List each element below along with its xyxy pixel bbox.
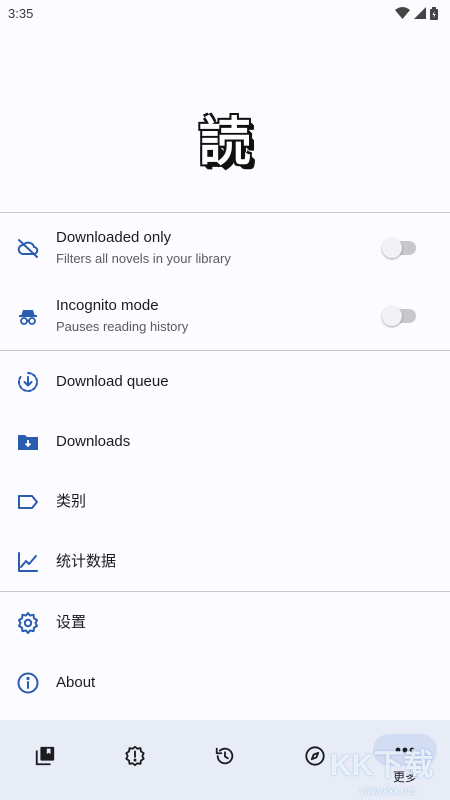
history-icon[interactable] [213,744,237,768]
download-queue-icon [16,370,40,394]
menu-item-label: About [56,674,96,691]
incognito-mode-subtitle: Pauses reading history [56,319,189,334]
menu-item-settings[interactable]: 设置 [0,593,450,653]
toggle-knob [382,306,402,326]
downloaded-only-toggle[interactable] [382,238,416,258]
incognito-mode-title: Incognito mode [56,297,159,314]
divider [0,212,450,213]
menu-item-categories[interactable]: 类别 [0,472,450,532]
info-icon [16,671,40,695]
chart-line-icon [16,550,40,574]
more-icon [395,747,415,753]
downloaded-only-subtitle: Filters all novels in your library [56,251,231,266]
toggle-knob [382,238,402,258]
menu-item-label: Download queue [56,373,169,390]
more-tab-active[interactable] [373,734,437,766]
menu-item-download-queue[interactable]: Download queue [0,352,450,412]
status-icons [395,6,438,20]
divider [0,591,450,592]
menu-item-label: 类别 [56,493,87,510]
incognito-mode-toggle[interactable] [382,306,416,326]
menu-item-texts: About [56,673,95,693]
menu-item-texts: 统计数据 [56,552,116,572]
menu-item-label: Downloads [56,433,131,450]
incognito-mode-texts: Incognito mode Pauses reading history [56,296,188,336]
downloaded-only-texts: Downloaded only Filters all novels in yo… [56,228,231,268]
updates-icon[interactable] [123,744,147,768]
divider [0,350,450,351]
app-logo: 読 [198,112,251,173]
watermark-url: www.kkx.net [360,786,416,797]
signal-icon [414,7,426,19]
incognito-icon [16,304,40,328]
downloaded-only-title: Downloaded only [56,229,172,246]
battery-icon [430,6,438,20]
menu-item-texts: 设置 [56,613,86,633]
label-icon [16,490,40,514]
download-folder-icon [16,430,40,454]
logo-area: 読 [0,26,450,212]
menu-item-about[interactable]: About [0,653,450,713]
more-tab-label: 更多 [392,770,417,784]
menu-item-texts: Download queue [56,372,169,392]
library-icon[interactable] [33,744,57,768]
menu-item-statistics[interactable]: 统计数据 [0,532,450,592]
browse-icon[interactable] [303,744,327,768]
menu-item-label: 统计数据 [56,553,117,570]
menu-item-label: 设置 [56,614,87,631]
menu-item-texts: 类别 [56,492,86,512]
menu-item-downloads[interactable]: Downloads [0,412,450,472]
wifi-icon [395,7,410,19]
status-time: 3:35 [8,5,34,21]
downloaded-only-row[interactable]: Downloaded only Filters all novels in yo… [0,214,450,282]
cloud-off-icon [16,236,40,260]
gear-icon [16,611,40,635]
menu-item-texts: Downloads [56,432,130,452]
status-bar: 3:35 [0,0,450,26]
incognito-mode-row[interactable]: Incognito mode Pauses reading history [0,282,450,350]
